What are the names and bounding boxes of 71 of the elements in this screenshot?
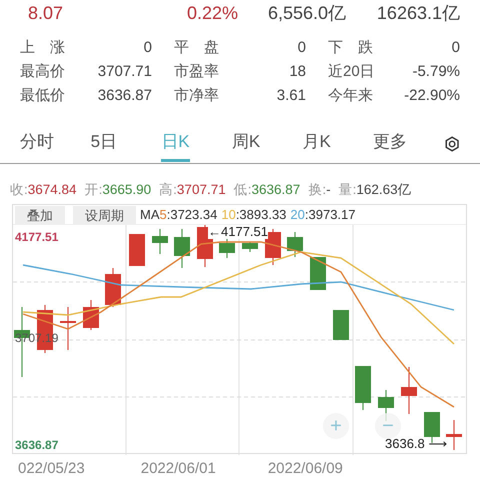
quote-label: 低: (234, 180, 252, 199)
axis-low-label: 3636.87 (15, 437, 58, 454)
date-label: 022/05/23 (18, 459, 85, 479)
toolbar-button[interactable]: 设周期 (73, 206, 136, 224)
quote-label: 开: (84, 180, 102, 199)
stat-value: 0 (452, 38, 460, 58)
axis-high-label: 4177.51 (15, 229, 58, 246)
stat-label: 最低价 (20, 86, 65, 106)
settings-icon[interactable] (444, 135, 460, 153)
stat-label: 最高价 (20, 62, 65, 82)
stat-label: 平 盘 (174, 38, 219, 58)
quote-value: - (326, 180, 331, 199)
stat-value: 3.61 (276, 86, 306, 106)
toolbar-button[interactable]: 叠加 (15, 206, 65, 224)
candlestick (242, 242, 258, 252)
ma-period: 20 (290, 206, 305, 224)
stat-value: 18 (289, 62, 306, 82)
stat-label: 今年来 (328, 86, 373, 106)
period-tab[interactable]: 分时 (20, 129, 80, 163)
stat-value: 3707.71 (98, 62, 152, 82)
change-percent: 0.22% (186, 2, 238, 24)
turnover-value: 6,556.0亿 (268, 2, 348, 24)
quote-value: 162.63亿 (356, 180, 412, 199)
candlestick (105, 268, 121, 308)
date-label: 2022/06/01 (140, 459, 216, 479)
stat-value: 0 (144, 38, 152, 58)
period-tab[interactable]: 5日 (90, 129, 150, 163)
stat-label: 市净率 (174, 86, 219, 106)
ma-value: :3973.17 (304, 206, 356, 224)
stat-value: 0 (298, 38, 306, 58)
candlestick (174, 228, 190, 268)
candlestick (424, 412, 440, 444)
candlestick (83, 300, 99, 330)
candlestick (446, 420, 462, 450)
candlestick (287, 232, 303, 258)
ma-label: MA (140, 206, 160, 224)
candlestick (333, 310, 349, 340)
stat-label: 市盈率 (174, 62, 219, 82)
quote-value: 3707.71 (176, 180, 226, 199)
quote-value: 3665.90 (102, 180, 152, 199)
stat-label: 上 涨 (20, 38, 65, 58)
quote-label: 量: (338, 180, 356, 199)
stat-value: -22.90% (404, 86, 460, 106)
ma-period: 10 (221, 206, 236, 224)
candlestick (152, 228, 168, 254)
stat-label: 下 跌 (328, 38, 373, 58)
quote-label: 收: (10, 180, 28, 199)
max-price-marker: ←4177.51 (208, 225, 268, 239)
axis-mid-label: 3707.19 (15, 330, 58, 347)
stat-value: 3636.87 (98, 86, 152, 106)
change-value: 8.07 (28, 2, 64, 24)
candlestick (355, 366, 371, 410)
candlestick (310, 256, 326, 290)
ma-value: :3723.34 (166, 206, 218, 224)
quote-value: 3636.87 (252, 180, 300, 199)
candlestick (60, 306, 76, 350)
candlestick (219, 238, 235, 258)
stat-label: 近20日 (328, 62, 375, 82)
ma-period: 5 (160, 206, 167, 224)
quote-label: 换: (308, 180, 326, 199)
stat-value: -5.79% (412, 62, 460, 82)
candlestick (401, 366, 417, 414)
quote-label: 高: (159, 180, 177, 199)
date-label: 2022/06/09 (268, 459, 343, 479)
period-tab[interactable]: 更多 (373, 129, 433, 163)
period-tab[interactable]: 周K (232, 129, 292, 163)
market-value: 16263.1亿 (376, 2, 460, 24)
quote-value: 3674.84 (28, 180, 77, 199)
candlestick (129, 234, 145, 266)
ma-value: :3893.33 (236, 206, 286, 224)
period-tab[interactable]: 月K (302, 129, 362, 163)
